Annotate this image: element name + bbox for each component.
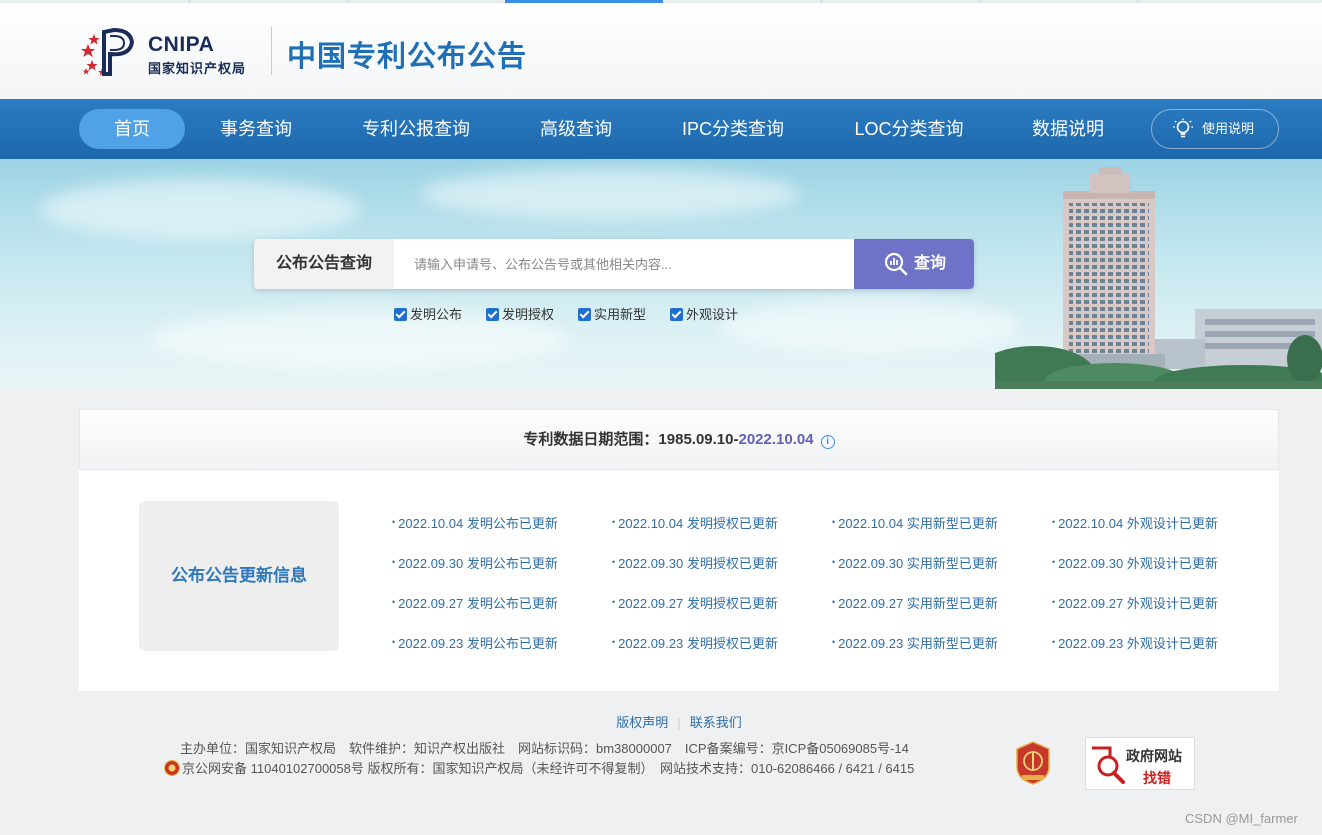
cloud-decoration bbox=[720, 299, 1020, 354]
cloud-decoration bbox=[40, 179, 360, 239]
info-icon[interactable]: i bbox=[820, 435, 835, 449]
search-label: 公布公告查询 bbox=[254, 239, 394, 289]
nav-gazette-query[interactable]: 专利公报查询 bbox=[346, 109, 486, 149]
checkbox-checked-icon bbox=[394, 308, 407, 321]
update-link[interactable]: 2022.10.04 发明授权已更新 bbox=[612, 513, 778, 532]
updates-panel: 公布公告更新信息 2022.10.04 发明公布已更新 2022.10.04 发… bbox=[79, 470, 1279, 691]
checkbox-checked-icon bbox=[578, 308, 591, 321]
date-range-end: 2022.10.04 bbox=[738, 431, 814, 448]
filter-design[interactable]: 外观设计 bbox=[670, 306, 738, 324]
search-chart-icon bbox=[884, 252, 908, 276]
cloud-decoration bbox=[420, 169, 800, 219]
update-link[interactable]: 2022.09.23 外观设计已更新 bbox=[1052, 633, 1218, 652]
update-link[interactable]: 2022.09.23 实用新型已更新 bbox=[832, 633, 998, 652]
search-button[interactable]: 查询 bbox=[854, 239, 974, 289]
site-header: CNIPA 国家知识产权局 中国专利公布公告 bbox=[0, 0, 1322, 99]
nav-ipc-query[interactable]: IPC分类查询 bbox=[664, 109, 802, 149]
update-link[interactable]: 2022.09.30 实用新型已更新 bbox=[832, 553, 998, 572]
updates-title: 公布公告更新信息 bbox=[139, 501, 339, 651]
party-government-badge-icon[interactable] bbox=[1014, 741, 1052, 785]
cnipa-emblem-icon bbox=[81, 27, 135, 76]
date-range-label: 专利数据日期范围： bbox=[523, 431, 659, 448]
checkbox-checked-icon bbox=[486, 308, 499, 321]
cnipa-logo[interactable]: CNIPA 国家知识产权局 bbox=[80, 24, 270, 80]
active-tab-indicator bbox=[505, 0, 663, 3]
office-building-illustration bbox=[995, 167, 1322, 389]
footer-info-line2: 京公网安备 11040102700058号 版权所有：国家知识产权局（未经许可不… bbox=[182, 761, 915, 776]
police-badge-icon bbox=[164, 760, 180, 776]
footer-links: 版权声明 | 联系我们 bbox=[0, 712, 1322, 731]
date-range-bar: 专利数据日期范围：1985.09.10-2022.10.04 i bbox=[79, 409, 1279, 470]
nav-data-description[interactable]: 数据说明 bbox=[1012, 109, 1124, 149]
help-button-label: 使用说明 bbox=[1202, 121, 1255, 136]
logo-english-name: CNIPA bbox=[148, 33, 215, 56]
nav-advanced-query[interactable]: 高级查询 bbox=[520, 109, 632, 149]
filter-utility-model[interactable]: 实用新型 bbox=[578, 306, 646, 324]
date-range-start: 1985.09.10- bbox=[658, 431, 739, 448]
update-link[interactable]: 2022.09.23 发明授权已更新 bbox=[612, 633, 778, 652]
filter-invention-grant[interactable]: 发明授权 bbox=[486, 306, 554, 324]
gov-website-title: 政府网站 bbox=[1126, 748, 1182, 764]
update-link[interactable]: 2022.10.04 外观设计已更新 bbox=[1052, 513, 1218, 532]
update-link[interactable]: 2022.09.27 外观设计已更新 bbox=[1052, 593, 1218, 612]
update-link[interactable]: 2022.09.30 发明授权已更新 bbox=[612, 553, 778, 572]
footer-info-line1: 主办单位：国家知识产权局 软件维护：知识产权出版社 网站标识码：bm380000… bbox=[180, 741, 909, 756]
update-link[interactable]: 2022.09.27 发明公布已更新 bbox=[392, 593, 558, 612]
update-link[interactable]: 2022.09.30 外观设计已更新 bbox=[1052, 553, 1218, 572]
copyright-link[interactable]: 版权声明 bbox=[616, 715, 668, 730]
nav-home[interactable]: 首页 bbox=[79, 109, 185, 149]
nav-loc-query[interactable]: LOC分类查询 bbox=[836, 109, 982, 149]
contact-link[interactable]: 联系我们 bbox=[690, 715, 742, 730]
search-box: 公布公告查询 查询 bbox=[254, 239, 974, 289]
help-button[interactable]: 使用说明 bbox=[1151, 109, 1279, 149]
search-input[interactable] bbox=[394, 239, 854, 289]
csdn-watermark: CSDN @MI_farmer bbox=[1185, 811, 1298, 826]
update-link[interactable]: 2022.10.04 实用新型已更新 bbox=[832, 513, 998, 532]
gov-report-error: 找错 bbox=[1143, 770, 1171, 786]
site-title: 中国专利公布公告 bbox=[287, 41, 528, 73]
search-button-label: 查询 bbox=[914, 255, 947, 272]
update-link[interactable]: 2022.09.27 发明授权已更新 bbox=[612, 593, 778, 612]
update-link[interactable]: 2022.10.04 发明公布已更新 bbox=[392, 513, 558, 532]
magnifier-report-icon bbox=[1092, 746, 1125, 784]
lightbulb-icon bbox=[1173, 118, 1193, 138]
header-divider bbox=[271, 27, 272, 75]
hero-banner: 公布公告查询 查询 发明公布 发明授权 实用新型 外观设计 bbox=[0, 159, 1322, 389]
update-link[interactable]: 2022.09.30 发明公布已更新 bbox=[392, 553, 558, 572]
footer-info-line2-wrap: 京公网安备 11040102700058号 版权所有：国家知识产权局（未经许可不… bbox=[164, 758, 914, 777]
logo-chinese-name: 国家知识产权局 bbox=[148, 62, 247, 77]
footer-link-separator: | bbox=[677, 715, 681, 730]
top-tab-strip bbox=[0, 0, 1322, 3]
main-nav: 首页 事务查询 专利公报查询 高级查询 IPC分类查询 LOC分类查询 数据说明… bbox=[0, 99, 1322, 159]
filter-invention-publication[interactable]: 发明公布 bbox=[394, 306, 462, 324]
checkbox-checked-icon bbox=[670, 308, 683, 321]
update-link[interactable]: 2022.09.23 发明公布已更新 bbox=[392, 633, 558, 652]
nav-affairs-query[interactable]: 事务查询 bbox=[200, 109, 312, 149]
update-link[interactable]: 2022.09.27 实用新型已更新 bbox=[832, 593, 998, 612]
gov-website-error-report[interactable]: 政府网站 找错 bbox=[1085, 737, 1195, 790]
